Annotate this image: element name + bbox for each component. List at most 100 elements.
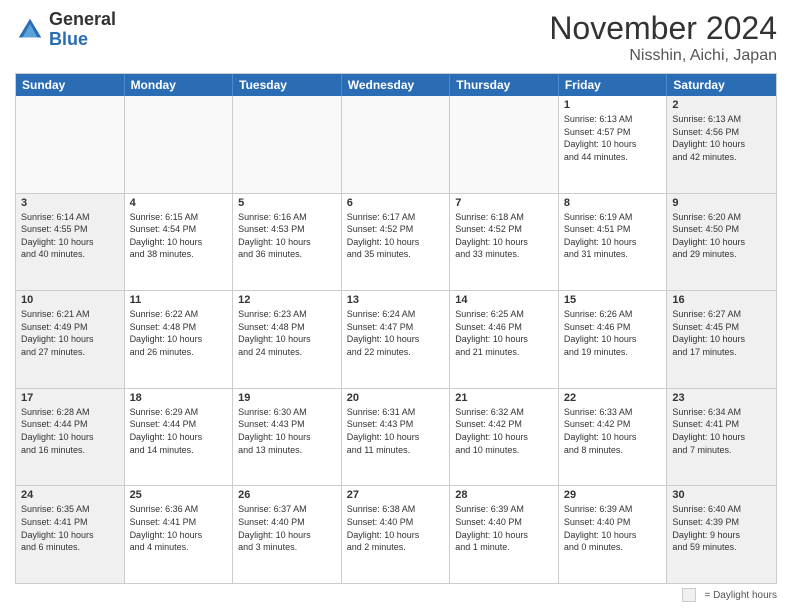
legend-label: = Daylight hours <box>704 590 777 601</box>
day-number: 2 <box>672 99 771 111</box>
day-number: 27 <box>347 489 445 501</box>
calendar-cell-day-8: 8 Sunrise: 6:19 AMSunset: 4:51 PMDaylight… <box>559 194 668 291</box>
calendar-week-4: 17 Sunrise: 6:28 AMSunset: 4:44 PMDayligh… <box>16 389 776 487</box>
calendar-cell-day-18: 18 Sunrise: 6:29 AMSunset: 4:44 PMDayligh… <box>125 389 234 486</box>
day-info: Sunrise: 6:26 AMSunset: 4:46 PMDaylight:… <box>564 308 662 358</box>
calendar-cell-day-17: 17 Sunrise: 6:28 AMSunset: 4:44 PMDayligh… <box>16 389 125 486</box>
day-info: Sunrise: 6:34 AMSunset: 4:41 PMDaylight:… <box>672 406 771 456</box>
day-info: Sunrise: 6:25 AMSunset: 4:46 PMDaylight:… <box>455 308 553 358</box>
calendar-cell-day-16: 16 Sunrise: 6:27 AMSunset: 4:45 PMDayligh… <box>667 291 776 388</box>
calendar-cell-day-26: 26Sunrise: 6:37 AMSunset: 4:40 PMDayligh… <box>233 486 342 583</box>
day-info: Sunrise: 6:29 AMSunset: 4:44 PMDaylight:… <box>130 406 228 456</box>
calendar-cell-day-3: 3 Sunrise: 6:14 AMSunset: 4:55 PMDaylight… <box>16 194 125 291</box>
calendar-cell-day-22: 22 Sunrise: 6:33 AMSunset: 4:42 PMDayligh… <box>559 389 668 486</box>
day-number: 18 <box>130 392 228 404</box>
day-number: 9 <box>672 197 771 209</box>
logo-general: General <box>49 10 116 30</box>
calendar-cell-day-5: 5Sunrise: 6:16 AMSunset: 4:53 PMDaylight… <box>233 194 342 291</box>
calendar-header-thursday: Thursday <box>450 74 559 96</box>
calendar-body: 1 Sunrise: 6:13 AMSunset: 4:57 PMDaylight… <box>16 96 776 583</box>
day-number: 3 <box>21 197 119 209</box>
day-number: 28 <box>455 489 553 501</box>
calendar-header-wednesday: Wednesday <box>342 74 451 96</box>
page: General Blue November 2024 Nisshin, Aich… <box>0 0 792 612</box>
calendar-cell-day-1: 1 Sunrise: 6:13 AMSunset: 4:57 PMDaylight… <box>559 96 668 193</box>
day-info: Sunrise: 6:13 AMSunset: 4:56 PMDaylight:… <box>672 113 771 163</box>
day-info: Sunrise: 6:19 AMSunset: 4:51 PMDaylight:… <box>564 211 662 261</box>
calendar-cell-empty <box>233 96 342 193</box>
calendar-week-1: 1 Sunrise: 6:13 AMSunset: 4:57 PMDaylight… <box>16 96 776 194</box>
day-info: Sunrise: 6:27 AMSunset: 4:45 PMDaylight:… <box>672 308 771 358</box>
day-info: Sunrise: 6:22 AMSunset: 4:48 PMDaylight:… <box>130 308 228 358</box>
title-section: November 2024 Nisshin, Aichi, Japan <box>549 10 777 65</box>
day-number: 21 <box>455 392 553 404</box>
calendar-cell-empty <box>16 96 125 193</box>
day-info: Sunrise: 6:37 AMSunset: 4:40 PMDaylight:… <box>238 503 336 553</box>
calendar-cell-day-13: 13 Sunrise: 6:24 AMSunset: 4:47 PMDayligh… <box>342 291 451 388</box>
day-info: Sunrise: 6:40 AMSunset: 4:39 PMDaylight:… <box>672 503 771 553</box>
logo-text: General Blue <box>49 10 116 50</box>
day-info: Sunrise: 6:33 AMSunset: 4:42 PMDaylight:… <box>564 406 662 456</box>
day-info: Sunrise: 6:18 AMSunset: 4:52 PMDaylight:… <box>455 211 553 261</box>
day-number: 6 <box>347 197 445 209</box>
day-number: 24 <box>21 489 119 501</box>
calendar-cell-day-6: 6 Sunrise: 6:17 AMSunset: 4:52 PMDaylight… <box>342 194 451 291</box>
day-info: Sunrise: 6:14 AMSunset: 4:55 PMDaylight:… <box>21 211 119 261</box>
day-info: Sunrise: 6:31 AMSunset: 4:43 PMDaylight:… <box>347 406 445 456</box>
day-info: Sunrise: 6:17 AMSunset: 4:52 PMDaylight:… <box>347 211 445 261</box>
day-number: 17 <box>21 392 119 404</box>
calendar-week-2: 3 Sunrise: 6:14 AMSunset: 4:55 PMDaylight… <box>16 194 776 292</box>
calendar: SundayMondayTuesdayWednesdayThursdayFrid… <box>15 73 777 584</box>
calendar-cell-day-10: 10 Sunrise: 6:21 AMSunset: 4:49 PMDayligh… <box>16 291 125 388</box>
day-number: 25 <box>130 489 228 501</box>
calendar-header-monday: Monday <box>125 74 234 96</box>
day-number: 11 <box>130 294 228 306</box>
day-info: Sunrise: 6:20 AMSunset: 4:50 PMDaylight:… <box>672 211 771 261</box>
logo-blue: Blue <box>49 30 116 50</box>
day-info: Sunrise: 6:21 AMSunset: 4:49 PMDaylight:… <box>21 308 119 358</box>
day-info: Sunrise: 6:28 AMSunset: 4:44 PMDaylight:… <box>21 406 119 456</box>
calendar-week-5: 24Sunrise: 6:35 AMSunset: 4:41 PMDayligh… <box>16 486 776 583</box>
calendar-week-3: 10 Sunrise: 6:21 AMSunset: 4:49 PMDayligh… <box>16 291 776 389</box>
logo: General Blue <box>15 10 116 50</box>
day-number: 1 <box>564 99 662 111</box>
day-info: Sunrise: 6:36 AMSunset: 4:41 PMDaylight:… <box>130 503 228 553</box>
day-number: 16 <box>672 294 771 306</box>
day-number: 7 <box>455 197 553 209</box>
header: General Blue November 2024 Nisshin, Aich… <box>15 10 777 65</box>
day-number: 12 <box>238 294 336 306</box>
day-number: 30 <box>672 489 771 501</box>
day-number: 13 <box>347 294 445 306</box>
day-info: Sunrise: 6:13 AMSunset: 4:57 PMDaylight:… <box>564 113 662 163</box>
day-info: Sunrise: 6:39 AMSunset: 4:40 PMDaylight:… <box>564 503 662 553</box>
day-info: Sunrise: 6:24 AMSunset: 4:47 PMDaylight:… <box>347 308 445 358</box>
day-number: 8 <box>564 197 662 209</box>
calendar-cell-day-28: 28 Sunrise: 6:39 AMSunset: 4:40 PMDayligh… <box>450 486 559 583</box>
calendar-cell-empty <box>342 96 451 193</box>
calendar-cell-day-15: 15 Sunrise: 6:26 AMSunset: 4:46 PMDayligh… <box>559 291 668 388</box>
day-number: 5 <box>238 197 336 209</box>
calendar-header-friday: Friday <box>559 74 668 96</box>
calendar-cell-day-7: 7 Sunrise: 6:18 AMSunset: 4:52 PMDaylight… <box>450 194 559 291</box>
calendar-cell-empty <box>125 96 234 193</box>
day-info: Sunrise: 6:15 AMSunset: 4:54 PMDaylight:… <box>130 211 228 261</box>
calendar-cell-day-11: 11 Sunrise: 6:22 AMSunset: 4:48 PMDayligh… <box>125 291 234 388</box>
calendar-cell-day-23: 23Sunrise: 6:34 AMSunset: 4:41 PMDayligh… <box>667 389 776 486</box>
day-number: 10 <box>21 294 119 306</box>
calendar-cell-day-27: 27 Sunrise: 6:38 AMSunset: 4:40 PMDayligh… <box>342 486 451 583</box>
day-number: 22 <box>564 392 662 404</box>
day-info: Sunrise: 6:23 AMSunset: 4:48 PMDaylight:… <box>238 308 336 358</box>
day-number: 20 <box>347 392 445 404</box>
calendar-cell-day-25: 25 Sunrise: 6:36 AMSunset: 4:41 PMDayligh… <box>125 486 234 583</box>
day-info: Sunrise: 6:30 AMSunset: 4:43 PMDaylight:… <box>238 406 336 456</box>
day-number: 19 <box>238 392 336 404</box>
day-number: 14 <box>455 294 553 306</box>
calendar-header-saturday: Saturday <box>667 74 776 96</box>
day-info: Sunrise: 6:38 AMSunset: 4:40 PMDaylight:… <box>347 503 445 553</box>
calendar-cell-day-2: 2 Sunrise: 6:13 AMSunset: 4:56 PMDaylight… <box>667 96 776 193</box>
calendar-cell-day-14: 14 Sunrise: 6:25 AMSunset: 4:46 PMDayligh… <box>450 291 559 388</box>
day-number: 15 <box>564 294 662 306</box>
calendar-cell-day-12: 12 Sunrise: 6:23 AMSunset: 4:48 PMDayligh… <box>233 291 342 388</box>
day-info: Sunrise: 6:39 AMSunset: 4:40 PMDaylight:… <box>455 503 553 553</box>
calendar-cell-day-21: 21Sunrise: 6:32 AMSunset: 4:42 PMDayligh… <box>450 389 559 486</box>
